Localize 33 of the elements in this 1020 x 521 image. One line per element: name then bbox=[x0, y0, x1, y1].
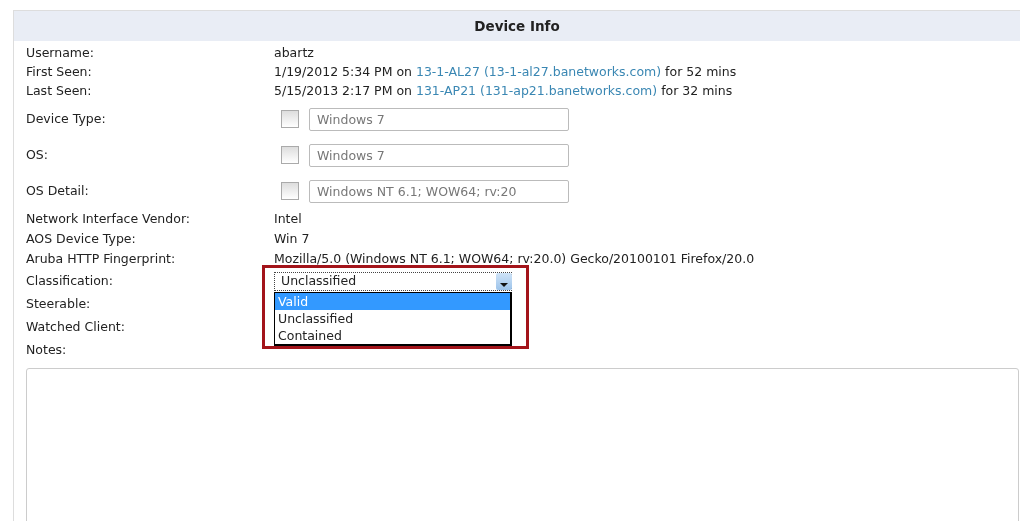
field-label: Notes: bbox=[26, 342, 67, 358]
field-label: OS: bbox=[26, 146, 48, 162]
text-field[interactable]: Windows 7 bbox=[309, 143, 569, 167]
field-label: Steerable: bbox=[26, 296, 91, 312]
classification-dropdown[interactable]: Unclassified bbox=[274, 271, 512, 291]
panel-title: Device Info bbox=[474, 18, 560, 34]
dropdown-option[interactable]: Valid bbox=[275, 292, 510, 310]
device-link[interactable]: 13-1-AL27 (13-1-al27.banetworks.com) bbox=[415, 64, 662, 80]
notes-field[interactable] bbox=[26, 368, 1019, 521]
checkbox[interactable] bbox=[281, 146, 299, 164]
field-label: Aruba HTTP Fingerprint: bbox=[26, 250, 176, 266]
field-label: Network Interface Vendor: bbox=[26, 210, 190, 226]
field-label: Last Seen: bbox=[26, 83, 92, 99]
seen-sentence: 5/15/2013 2:17 PM on 131-AP21 (131-ap21.banetworks.com) for 32 mins bbox=[274, 82, 733, 101]
field-label: AOS Device Type: bbox=[26, 230, 136, 246]
field-label: Username: bbox=[26, 44, 94, 60]
field-label: Device Type: bbox=[26, 110, 106, 126]
text-field[interactable]: Windows NT 6.1; WOW64; rv:20 bbox=[309, 179, 569, 203]
dropdown-option[interactable]: Contained bbox=[275, 326, 510, 344]
dropdown-option[interactable]: Unclassified bbox=[275, 309, 510, 327]
field-label: OS Detail: bbox=[26, 182, 89, 198]
field-label: Watched Client: bbox=[26, 319, 125, 335]
field-label: Classification: bbox=[26, 272, 113, 288]
seen-sentence: 1/19/2012 5:34 PM on 13-1-AL27 (13-1-al27.banetworks.com) for 52 mins bbox=[274, 63, 737, 82]
field-value: Win 7 bbox=[274, 229, 310, 248]
checkbox[interactable] bbox=[281, 110, 299, 128]
field-value: abartz bbox=[274, 43, 314, 62]
field-value: Intel bbox=[274, 209, 302, 228]
device-link[interactable]: 131-AP21 (131-ap21.banetworks.com) bbox=[415, 83, 658, 99]
text-field[interactable]: Windows 7 bbox=[309, 107, 569, 131]
field-value: Mozilla/5.0 (Windows NT 6.1; WOW64; rv:20.0) Gecko/20100101 Firefox/20.0 bbox=[274, 249, 755, 268]
field-label: First Seen: bbox=[26, 64, 92, 80]
checkbox[interactable] bbox=[281, 182, 299, 200]
